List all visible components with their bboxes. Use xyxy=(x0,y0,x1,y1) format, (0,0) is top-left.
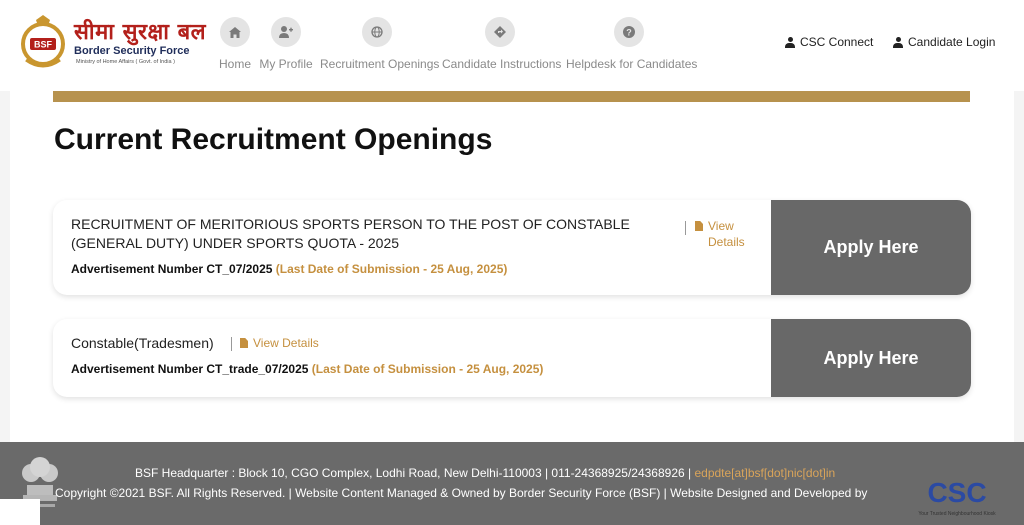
globe-icon xyxy=(362,17,392,47)
nav-recruitment-openings[interactable]: Recruitment Openings xyxy=(320,17,440,71)
user-icon xyxy=(893,36,903,48)
logo-name: Border Security Force xyxy=(74,45,190,57)
csc-connect-link[interactable]: CSC Connect xyxy=(785,35,873,49)
view-details-link[interactable]: View Details xyxy=(695,218,765,250)
view-details-label: View Details xyxy=(708,219,745,249)
footer-address-text: BSF Headquarter : Block 10, CGO Complex,… xyxy=(135,466,695,480)
apply-here-button[interactable]: Apply Here xyxy=(771,200,971,295)
opening-title: Constable(Tradesmen) xyxy=(71,335,214,351)
home-icon xyxy=(220,17,250,47)
nav-recruitment-openings-label: Recruitment Openings xyxy=(320,57,440,71)
opening-card: Constable(Tradesmen) View Details Advert… xyxy=(53,319,971,397)
logo-subtitle: Ministry of Home Affairs ( Govt. of Indi… xyxy=(76,59,175,65)
gold-divider-bar xyxy=(53,91,970,102)
apply-here-button[interactable]: Apply Here xyxy=(771,319,971,397)
separator xyxy=(685,221,686,235)
advertisement-number: Advertisement Number CT_07/2025 (Last Da… xyxy=(71,262,507,276)
pdf-file-icon xyxy=(695,221,703,231)
logo-hindi-text: सीमा सुरक्षा बल xyxy=(74,20,207,45)
advertisement-label: Advertisement Number CT_07/2025 xyxy=(71,262,273,276)
submission-deadline: (Last Date of Submission - 25 Aug, 2025) xyxy=(311,362,544,376)
submission-deadline: (Last Date of Submission - 25 Aug, 2025) xyxy=(275,262,508,276)
candidate-login-label: Candidate Login xyxy=(908,35,996,49)
csc-connect-label: CSC Connect xyxy=(800,35,874,49)
svg-text:?: ? xyxy=(626,28,632,38)
footer-email[interactable]: edpdte[at]bsf[dot]nic[dot]in xyxy=(694,466,835,480)
separator xyxy=(231,337,232,351)
bsf-badge-text: BSF xyxy=(34,40,53,50)
csc-logo[interactable]: CSC Your Trusted Neighbourhood Kiosk xyxy=(905,472,1013,524)
opening-card: RECRUITMENT OF MERITORIOUS SPORTS PERSON… xyxy=(53,200,971,295)
site-header: BSF सीमा सुरक्षा बल Border Security Forc… xyxy=(0,0,1024,91)
csc-tagline: Your Trusted Neighbourhood Kiosk xyxy=(918,511,996,517)
directions-icon xyxy=(485,17,515,47)
pdf-file-icon xyxy=(240,338,248,348)
nav-home-label: Home xyxy=(218,57,251,71)
advertisement-label: Advertisement Number CT_trade_07/2025 xyxy=(71,362,309,376)
nav-candidate-instructions-label: Candidate Instructions xyxy=(442,57,562,71)
question-icon: ? xyxy=(614,17,644,47)
advertisement-number: Advertisement Number CT_trade_07/2025 (L… xyxy=(71,362,543,376)
csc-logo-text: CSC xyxy=(927,477,986,508)
footer-address: BSF Headquarter : Block 10, CGO Complex,… xyxy=(135,466,835,480)
nav-home[interactable]: Home xyxy=(214,17,256,71)
bottom-corner xyxy=(0,499,40,525)
nav-helpdesk[interactable]: ? Helpdesk for Candidates xyxy=(566,17,698,71)
page-title: Current Recruitment Openings xyxy=(54,123,493,156)
nav-my-profile-label: My Profile xyxy=(259,57,313,71)
user-plus-icon xyxy=(271,17,301,47)
nav-helpdesk-label: Helpdesk for Candidates xyxy=(566,57,698,71)
nav-candidate-instructions[interactable]: Candidate Instructions xyxy=(442,17,562,71)
user-icon xyxy=(785,36,795,48)
footer-copyright: Copyright ©2021 BSF. All Rights Reserved… xyxy=(55,486,868,500)
bsf-logo[interactable]: BSF सीमा सुरक्षा बल Border Security Forc… xyxy=(18,14,218,74)
nav-my-profile[interactable]: My Profile xyxy=(258,17,314,71)
candidate-login-link[interactable]: Candidate Login xyxy=(893,35,995,49)
bsf-emblem-icon: BSF xyxy=(21,15,65,68)
view-details-link[interactable]: View Details xyxy=(240,335,319,351)
opening-title: RECRUITMENT OF MERITORIOUS SPORTS PERSON… xyxy=(71,216,630,251)
view-details-label: View Details xyxy=(253,336,319,350)
site-footer: BSF Headquarter : Block 10, CGO Complex,… xyxy=(0,442,1024,525)
